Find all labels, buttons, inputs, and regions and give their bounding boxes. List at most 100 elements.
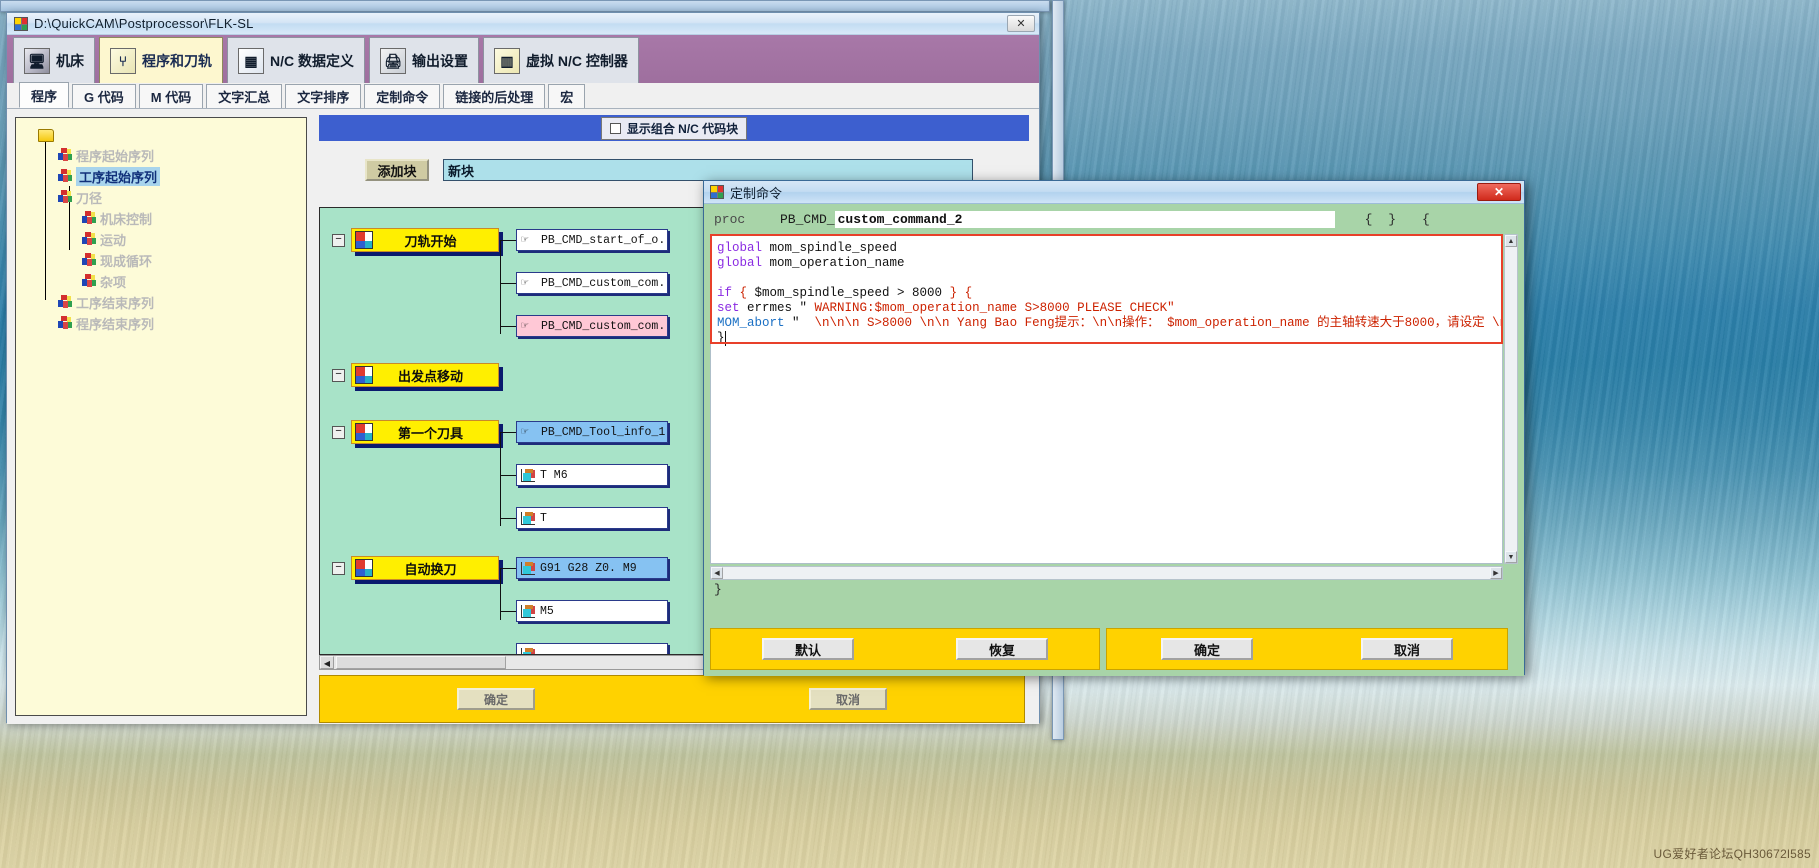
- code-line: if { $mom_spindle_speed > 8000 } {: [717, 286, 1498, 301]
- command-node[interactable]: M5: [516, 600, 668, 622]
- code-line: }: [717, 331, 1498, 346]
- code-token: set: [717, 301, 748, 315]
- subtab-m-code[interactable]: M 代码: [138, 84, 204, 108]
- tab-nc-data[interactable]: ▦ N/C 数据定义: [227, 37, 365, 83]
- tree-item-operation-end[interactable]: 工序结束序列: [57, 293, 300, 311]
- command-node[interactable]: G91 G28 Z0. M9: [516, 557, 668, 579]
- block-node[interactable]: 出发点移动: [351, 363, 499, 387]
- block-node[interactable]: 第一个刀具: [351, 420, 499, 444]
- scroll-thumb[interactable]: [336, 656, 506, 669]
- tree-item-tool-path[interactable]: 刀径: [57, 188, 300, 206]
- subtab-g-code[interactable]: G 代码: [72, 84, 136, 108]
- combine-checkbox-wrap[interactable]: 显示组合 N/C 代码块: [600, 116, 748, 140]
- block-node[interactable]: 刀轨开始: [351, 228, 499, 252]
- code-token: $mom_spindle_speed > 8000: [747, 286, 950, 300]
- proc-declaration-row: proc PB_CMD_ custom_command_2 { } {: [704, 204, 1524, 234]
- tree-item-misc[interactable]: 杂项: [81, 272, 300, 290]
- code-token: mom_spindle_speed: [769, 241, 898, 255]
- program-tree[interactable]: 程序起始序列 工序起始序列 刀径 机床控制 运动 现成循环 杂项 工序结束序列 …: [15, 117, 307, 716]
- tree-item-motion[interactable]: 运动: [81, 230, 300, 248]
- subtab-custom-command[interactable]: 定制命令: [364, 84, 441, 108]
- block-icon: [355, 559, 373, 577]
- command-node[interactable]: ☞ PB_CMD_start_of_o...: [516, 229, 668, 251]
- diagram-connector: [500, 568, 516, 569]
- command-label: G91 G28 Z0. M9: [540, 561, 637, 575]
- command-node[interactable]: ☞ PB_CMD_Tool_info_1: [516, 421, 668, 443]
- combine-checkbox[interactable]: [609, 122, 621, 134]
- cancel-button[interactable]: 取消: [1361, 638, 1453, 660]
- confirm-button[interactable]: 确定: [457, 688, 535, 710]
- command-node[interactable]: T M6: [516, 464, 668, 486]
- diagram-row-start-point-move[interactable]: − 出发点移动: [332, 363, 499, 387]
- tree-item-program-end[interactable]: 程序结束序列: [57, 314, 300, 332]
- default-button[interactable]: 默认: [762, 638, 854, 660]
- background-window-top: [0, 0, 1050, 12]
- restore-button[interactable]: 恢复: [956, 638, 1048, 660]
- diagram-row-toolpath-start[interactable]: − 刀轨开始: [332, 228, 499, 252]
- tcl-code-editor[interactable]: global mom_spindle_speed global mom_opera…: [710, 234, 1503, 564]
- scroll-down-arrow[interactable]: ▼: [1505, 551, 1517, 563]
- scroll-right-arrow[interactable]: ▶: [1490, 567, 1502, 579]
- dialog-button-bar: 默认 恢复 确定 取消: [710, 628, 1518, 670]
- tree-item-program-start[interactable]: 程序起始序列: [57, 146, 300, 164]
- expander-toggle[interactable]: −: [332, 561, 345, 575]
- tree-item-canned-cycle[interactable]: 现成循环: [81, 251, 300, 269]
- tab-virtual-nc[interactable]: ▥ 虚拟 N/C 控制器: [483, 37, 639, 83]
- subtab-program[interactable]: 程序: [19, 82, 70, 108]
- block-cube-icon: [81, 274, 96, 288]
- command-node-selected[interactable]: ☞ PB_CMD_custom_com...: [516, 315, 668, 337]
- subtab-word-order[interactable]: 文字排序: [285, 84, 362, 108]
- hand-pointer-icon: ☞: [521, 318, 529, 333]
- editor-horizontal-scrollbar[interactable]: ◀ ▶: [710, 566, 1503, 580]
- expander-toggle[interactable]: −: [332, 233, 345, 247]
- block-cube-icon: [57, 148, 72, 162]
- command-node[interactable]: [516, 643, 668, 654]
- proc-name-input[interactable]: custom_command_2: [834, 210, 1335, 228]
- subtab-word-summary[interactable]: 文字汇总: [206, 84, 283, 108]
- app-icon: [14, 16, 28, 31]
- code-token: mom_operation_name: [769, 256, 905, 270]
- expander-toggle[interactable]: −: [332, 368, 345, 382]
- dialog-close-button[interactable]: ✕: [1477, 183, 1521, 201]
- expander-toggle[interactable]: −: [332, 425, 345, 439]
- scroll-left-arrow[interactable]: ◀: [711, 567, 723, 579]
- tab-output-settings[interactable]: 🖨 输出设置: [369, 37, 479, 83]
- hand-pointer-icon: ☞: [521, 424, 529, 439]
- tree-item-operation-start[interactable]: 工序起始序列: [57, 166, 300, 186]
- tree-item-label: 刀径: [76, 190, 103, 206]
- tree-root[interactable]: [38, 126, 300, 144]
- add-block-button[interactable]: 添加块: [365, 159, 429, 181]
- subtab-linked-post[interactable]: 链接的后处理: [443, 84, 546, 108]
- block-cube-icon: [81, 253, 96, 267]
- code-token: errmes: [747, 301, 793, 315]
- new-block-input[interactable]: 新块: [443, 159, 973, 181]
- command-node[interactable]: T: [516, 507, 668, 529]
- code-token: global: [717, 241, 770, 255]
- subtab-macro[interactable]: 宏: [548, 84, 586, 108]
- command-label: M5: [540, 604, 554, 618]
- code-line: global mom_spindle_speed: [717, 241, 1498, 256]
- command-label: PB_CMD_custom_com...: [541, 319, 668, 333]
- command-node[interactable]: ☞ PB_CMD_custom_com...: [516, 272, 668, 294]
- block-icon: [355, 231, 373, 249]
- block-label: 出发点移动: [397, 368, 463, 384]
- tree-item-machine-control[interactable]: 机床控制: [81, 209, 300, 227]
- tab-machine[interactable]: 🖥 机床: [13, 37, 95, 83]
- command-label: T: [540, 511, 547, 525]
- tree-item-label: 杂项: [100, 274, 127, 290]
- diagram-row-first-tool[interactable]: − 第一个刀具: [332, 420, 499, 444]
- block-label: 自动换刀: [404, 561, 457, 577]
- scroll-left-arrow[interactable]: ◀: [320, 656, 334, 669]
- window-close-button[interactable]: ✕: [1007, 15, 1035, 32]
- ok-button[interactable]: 确定: [1161, 638, 1253, 660]
- program-toolpath-icon: ⑂: [110, 47, 136, 74]
- proc-args-braces: { }: [1364, 211, 1401, 227]
- tab-program-toolpath[interactable]: ⑂ 程序和刀轨: [99, 37, 223, 83]
- tree-item-label: 工序起始序列: [76, 166, 161, 186]
- command-label: PB_CMD_start_of_o...: [541, 233, 668, 247]
- editor-vertical-scrollbar[interactable]: ▲ ▼: [1504, 234, 1518, 564]
- scroll-up-arrow[interactable]: ▲: [1505, 235, 1517, 247]
- diagram-row-auto-tool-change[interactable]: − 自动换刀: [332, 556, 499, 580]
- code-token: {: [739, 286, 748, 300]
- block-node[interactable]: 自动换刀: [351, 556, 499, 580]
